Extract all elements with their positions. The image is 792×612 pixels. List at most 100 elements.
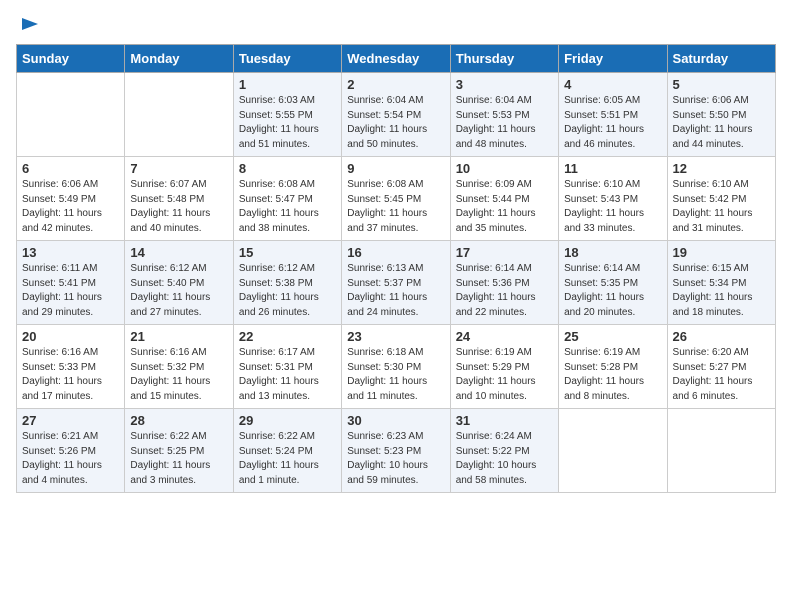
- day-number: 30: [347, 413, 444, 428]
- day-number: 8: [239, 161, 336, 176]
- calendar-cell: 12 Sunrise: 6:10 AM Sunset: 5:42 PM Dayli…: [667, 157, 775, 241]
- day-number: 11: [564, 161, 661, 176]
- calendar-cell: 18 Sunrise: 6:14 AM Sunset: 5:35 PM Dayli…: [559, 241, 667, 325]
- cell-info: Sunrise: 6:12 AM Sunset: 5:38 PM Dayligh…: [239, 262, 336, 320]
- cell-info: Sunrise: 6:19 AM Sunset: 5:29 PM Dayligh…: [456, 346, 553, 404]
- cell-info: Sunrise: 6:22 AM Sunset: 5:24 PM Dayligh…: [239, 430, 336, 488]
- calendar-header-row: SundayMondayTuesdayWednesdayThursdayFrid…: [17, 45, 776, 73]
- calendar-cell: [559, 409, 667, 493]
- calendar-cell: 15Sunrise: 6:12 AM Sunset: 5:38 PM Dayli…: [233, 241, 341, 325]
- day-number: 14: [130, 245, 227, 260]
- calendar-cell: 29Sunrise: 6:22 AM Sunset: 5:24 PM Dayli…: [233, 409, 341, 493]
- day-number: 4: [564, 77, 661, 92]
- day-number: 10: [456, 161, 553, 176]
- col-header-tuesday: Tuesday: [233, 45, 341, 73]
- calendar-cell: [17, 73, 125, 157]
- day-number: 26: [673, 329, 770, 344]
- day-number: 1: [239, 77, 336, 92]
- cell-info: Sunrise: 6:09 AM Sunset: 5:44 PM Dayligh…: [456, 178, 553, 236]
- cell-info: Sunrise: 6:23 AM Sunset: 5:23 PM Dayligh…: [347, 430, 444, 488]
- calendar-cell: 16 Sunrise: 6:13 AM Sunset: 5:37 PM Dayli…: [342, 241, 450, 325]
- calendar-cell: 23 Sunrise: 6:18 AM Sunset: 5:30 PM Dayli…: [342, 325, 450, 409]
- calendar-cell: 26Sunrise: 6:20 AM Sunset: 5:27 PM Dayli…: [667, 325, 775, 409]
- calendar-cell: 10 Sunrise: 6:09 AM Sunset: 5:44 PM Dayli…: [450, 157, 558, 241]
- cell-info: Sunrise: 6:10 AM Sunset: 5:42 PM Dayligh…: [673, 178, 770, 236]
- calendar-cell: 13Sunrise: 6:11 AM Sunset: 5:41 PM Dayli…: [17, 241, 125, 325]
- day-number: 12: [673, 161, 770, 176]
- calendar-cell: 5 Sunrise: 6:06 AM Sunset: 5:50 PM Daylig…: [667, 73, 775, 157]
- day-number: 25: [564, 329, 661, 344]
- calendar-week-row: 1Sunrise: 6:03 AM Sunset: 5:55 PM Daylig…: [17, 73, 776, 157]
- calendar-cell: 28Sunrise: 6:22 AM Sunset: 5:25 PM Dayli…: [125, 409, 233, 493]
- cell-info: Sunrise: 6:13 AM Sunset: 5:37 PM Dayligh…: [347, 262, 444, 320]
- calendar-cell: 30 Sunrise: 6:23 AM Sunset: 5:23 PM Dayli…: [342, 409, 450, 493]
- day-number: 18: [564, 245, 661, 260]
- cell-info: Sunrise: 6:04 AM Sunset: 5:54 PM Dayligh…: [347, 94, 444, 152]
- calendar-cell: 27 Sunrise: 6:21 AM Sunset: 5:26 PM Dayli…: [17, 409, 125, 493]
- calendar-cell: 25 Sunrise: 6:19 AM Sunset: 5:28 PM Dayli…: [559, 325, 667, 409]
- calendar-cell: 20 Sunrise: 6:16 AM Sunset: 5:33 PM Dayli…: [17, 325, 125, 409]
- calendar-cell: 11Sunrise: 6:10 AM Sunset: 5:43 PM Dayli…: [559, 157, 667, 241]
- cell-info: Sunrise: 6:14 AM Sunset: 5:36 PM Dayligh…: [456, 262, 553, 320]
- cell-info: Sunrise: 6:15 AM Sunset: 5:34 PM Dayligh…: [673, 262, 770, 320]
- day-number: 6: [22, 161, 119, 176]
- cell-info: Sunrise: 6:21 AM Sunset: 5:26 PM Dayligh…: [22, 430, 119, 488]
- cell-info: Sunrise: 6:17 AM Sunset: 5:31 PM Dayligh…: [239, 346, 336, 404]
- col-header-sunday: Sunday: [17, 45, 125, 73]
- page-header: [16, 16, 776, 34]
- calendar-table: SundayMondayTuesdayWednesdayThursdayFrid…: [16, 44, 776, 493]
- cell-info: Sunrise: 6:07 AM Sunset: 5:48 PM Dayligh…: [130, 178, 227, 236]
- day-number: 28: [130, 413, 227, 428]
- day-number: 27: [22, 413, 119, 428]
- cell-info: Sunrise: 6:19 AM Sunset: 5:28 PM Dayligh…: [564, 346, 661, 404]
- day-number: 9: [347, 161, 444, 176]
- cell-info: Sunrise: 6:11 AM Sunset: 5:41 PM Dayligh…: [22, 262, 119, 320]
- logo: [16, 16, 40, 34]
- col-header-saturday: Saturday: [667, 45, 775, 73]
- cell-info: Sunrise: 6:12 AM Sunset: 5:40 PM Dayligh…: [130, 262, 227, 320]
- calendar-cell: 21Sunrise: 6:16 AM Sunset: 5:32 PM Dayli…: [125, 325, 233, 409]
- cell-info: Sunrise: 6:08 AM Sunset: 5:45 PM Dayligh…: [347, 178, 444, 236]
- day-number: 17: [456, 245, 553, 260]
- day-number: 23: [347, 329, 444, 344]
- cell-info: Sunrise: 6:06 AM Sunset: 5:50 PM Dayligh…: [673, 94, 770, 152]
- day-number: 22: [239, 329, 336, 344]
- calendar-cell: 3 Sunrise: 6:04 AM Sunset: 5:53 PM Daylig…: [450, 73, 558, 157]
- calendar-week-row: 6 Sunrise: 6:06 AM Sunset: 5:49 PM Daylig…: [17, 157, 776, 241]
- day-number: 16: [347, 245, 444, 260]
- calendar-cell: 6 Sunrise: 6:06 AM Sunset: 5:49 PM Daylig…: [17, 157, 125, 241]
- calendar-cell: 8Sunrise: 6:08 AM Sunset: 5:47 PM Daylig…: [233, 157, 341, 241]
- cell-info: Sunrise: 6:14 AM Sunset: 5:35 PM Dayligh…: [564, 262, 661, 320]
- calendar-cell: 22 Sunrise: 6:17 AM Sunset: 5:31 PM Dayli…: [233, 325, 341, 409]
- day-number: 7: [130, 161, 227, 176]
- calendar-cell: 19 Sunrise: 6:15 AM Sunset: 5:34 PM Dayli…: [667, 241, 775, 325]
- day-number: 19: [673, 245, 770, 260]
- calendar-cell: 2Sunrise: 6:04 AM Sunset: 5:54 PM Daylig…: [342, 73, 450, 157]
- cell-info: Sunrise: 6:16 AM Sunset: 5:32 PM Dayligh…: [130, 346, 227, 404]
- cell-info: Sunrise: 6:18 AM Sunset: 5:30 PM Dayligh…: [347, 346, 444, 404]
- col-header-wednesday: Wednesday: [342, 45, 450, 73]
- cell-info: Sunrise: 6:06 AM Sunset: 5:49 PM Dayligh…: [22, 178, 119, 236]
- day-number: 5: [673, 77, 770, 92]
- calendar-week-row: 13Sunrise: 6:11 AM Sunset: 5:41 PM Dayli…: [17, 241, 776, 325]
- calendar-cell: 9 Sunrise: 6:08 AM Sunset: 5:45 PM Daylig…: [342, 157, 450, 241]
- calendar-cell: 4 Sunrise: 6:05 AM Sunset: 5:51 PM Daylig…: [559, 73, 667, 157]
- col-header-friday: Friday: [559, 45, 667, 73]
- col-header-thursday: Thursday: [450, 45, 558, 73]
- calendar-week-row: 20 Sunrise: 6:16 AM Sunset: 5:33 PM Dayli…: [17, 325, 776, 409]
- day-number: 3: [456, 77, 553, 92]
- calendar-cell: [125, 73, 233, 157]
- day-number: 20: [22, 329, 119, 344]
- day-number: 31: [456, 413, 553, 428]
- calendar-cell: [667, 409, 775, 493]
- calendar-cell: 7 Sunrise: 6:07 AM Sunset: 5:48 PM Daylig…: [125, 157, 233, 241]
- cell-info: Sunrise: 6:16 AM Sunset: 5:33 PM Dayligh…: [22, 346, 119, 404]
- calendar-cell: 17 Sunrise: 6:14 AM Sunset: 5:36 PM Dayli…: [450, 241, 558, 325]
- day-number: 24: [456, 329, 553, 344]
- cell-info: Sunrise: 6:05 AM Sunset: 5:51 PM Dayligh…: [564, 94, 661, 152]
- cell-info: Sunrise: 6:24 AM Sunset: 5:22 PM Dayligh…: [456, 430, 553, 488]
- cell-info: Sunrise: 6:04 AM Sunset: 5:53 PM Dayligh…: [456, 94, 553, 152]
- logo-arrow-icon: [20, 14, 40, 34]
- col-header-monday: Monday: [125, 45, 233, 73]
- calendar-cell: 14 Sunrise: 6:12 AM Sunset: 5:40 PM Dayli…: [125, 241, 233, 325]
